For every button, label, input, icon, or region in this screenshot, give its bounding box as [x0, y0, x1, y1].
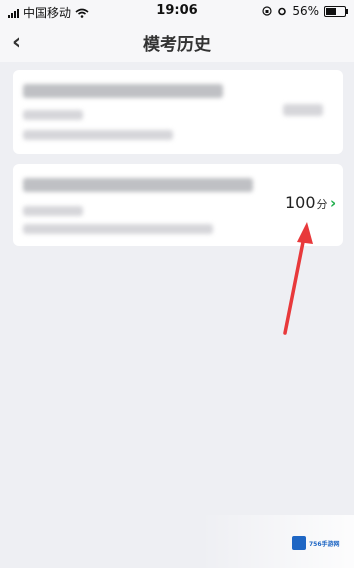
alarm-icon — [278, 7, 287, 16]
lock-rotation-icon — [262, 6, 272, 16]
record-detail-blur — [23, 130, 173, 140]
battery-percent: 56% — [292, 4, 319, 18]
watermark-text: 756手游网 — [309, 540, 340, 548]
record-subtitle-blur — [23, 206, 83, 216]
record-title-blur — [23, 178, 253, 192]
record-subtitle-blur — [23, 110, 83, 120]
nav-bar: ‹ 模考历史 — [0, 22, 354, 62]
battery-icon — [324, 5, 348, 17]
record-title-blur — [23, 84, 223, 98]
watermark: 756手游网 — [292, 536, 340, 550]
watermark-logo-icon — [292, 536, 306, 550]
record-detail-blur — [23, 224, 213, 234]
exam-record-card[interactable] — [13, 70, 343, 154]
page-title: 模考历史 — [143, 35, 211, 55]
score-value: 100 — [285, 193, 316, 212]
record-score-blur — [283, 104, 323, 116]
chevron-right-icon[interactable]: › — [330, 194, 336, 212]
status-right: 56% — [262, 4, 348, 18]
status-bar: 中国移动 19:06 56% — [0, 0, 354, 22]
score-unit: 分 — [316, 198, 328, 211]
record-score: 100分 — [285, 193, 328, 212]
